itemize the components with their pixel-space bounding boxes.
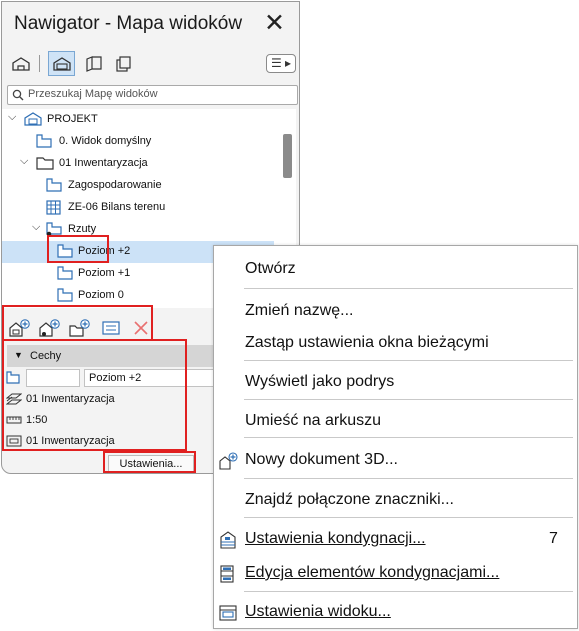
search-placeholder: Przeszukaj Mapę widoków <box>28 88 158 100</box>
edit-by-story-icon <box>219 565 239 583</box>
tree-item-projekt[interactable]: ⌵ PROJEKT <box>2 109 274 131</box>
floor-plans-icon <box>46 222 62 237</box>
id-field[interactable] <box>26 369 80 387</box>
model-view-options-icon <box>6 435 22 447</box>
view-icon <box>57 244 73 258</box>
navigator-toolbar: ☰ ▸ <box>2 46 299 80</box>
scale-value: 1:50 <box>26 414 48 426</box>
menu-item-label: Znajdź połączone znaczniki... <box>245 491 454 508</box>
menu-item-view-settings[interactable]: Ustawienia widoku... <box>214 595 577 631</box>
panel-menu-button[interactable]: ☰ ▸ <box>266 54 296 73</box>
chevron-down-icon[interactable]: ⌵ <box>20 155 28 168</box>
tree-item-label: Poziom 0 <box>78 289 124 301</box>
view-settings-icon[interactable] <box>100 318 122 338</box>
settings-button[interactable]: Ustawienia... <box>108 455 194 473</box>
name-field[interactable]: Poziom +2 <box>84 369 214 387</box>
tree-item-rzuty[interactable]: ⌵ Rzuty <box>2 219 274 241</box>
story-settings-icon <box>219 531 239 549</box>
menu-separator <box>244 360 573 361</box>
menu-separator <box>244 399 573 400</box>
menu-item-label: Zmień nazwę... <box>245 302 354 319</box>
toolbar-separator <box>39 55 40 72</box>
menu-separator <box>244 478 573 479</box>
menu-item-label: Zastąp ustawienia okna bieżącymi <box>245 334 489 351</box>
tree-item-folder-inwentaryzacja[interactable]: ⌵ 01 Inwentaryzacja <box>2 153 274 175</box>
menu-item-label: Otwórz <box>245 260 296 277</box>
menu-item-open[interactable]: Otwórz <box>214 252 577 288</box>
collapse-triangle-icon[interactable]: ▼ <box>14 350 23 360</box>
tree-item-label: 0. Widok domyślny <box>59 135 152 147</box>
menu-item-replace-settings[interactable]: Zastąp ustawienia okna bieżącymi <box>214 326 577 362</box>
menu-item-new-3d-document[interactable]: Nowy dokument 3D... <box>214 443 577 479</box>
view-icon <box>46 178 62 192</box>
menu-separator <box>244 517 573 518</box>
clone-view-icon[interactable] <box>39 318 61 338</box>
new-3d-document-icon <box>219 452 239 470</box>
tree-item-label: PROJEKT <box>47 113 98 125</box>
tree-item-bilans-terenu[interactable]: ZE-06 Bilans terenu <box>2 197 274 219</box>
menu-separator <box>244 437 573 438</box>
menu-item-label: Ustawienia kondygnacji... <box>245 530 426 547</box>
search-icon <box>12 89 24 101</box>
close-icon[interactable]: ✕ <box>264 10 285 36</box>
menu-separator <box>244 288 573 289</box>
new-view-icon[interactable] <box>9 318 31 338</box>
chevron-down-icon[interactable]: ⌵ <box>8 111 16 124</box>
menu-item-label: Ustawienia widoku... <box>245 603 391 620</box>
chevron-down-icon[interactable]: ⌵ <box>32 221 40 234</box>
scrollbar-thumb[interactable] <box>283 134 292 178</box>
menu-item-edit-by-story[interactable]: Edycja elementów kondygnacjami... <box>214 556 577 592</box>
layout-book-icon[interactable] <box>80 51 107 76</box>
project-map-icon[interactable] <box>7 51 34 76</box>
view-icon <box>57 288 73 302</box>
view-icon <box>57 266 73 280</box>
tree-item-label: Rzuty <box>68 223 97 235</box>
menu-item-show-as-trace[interactable]: Wyświetl jako podrys <box>214 365 577 401</box>
menu-item-label: Wyświetl jako podrys <box>245 373 395 390</box>
window-title: Nawigator - Mapa widoków <box>14 13 243 34</box>
project-icon <box>24 112 42 126</box>
tree-item-label: 01 Inwentaryzacja <box>59 157 148 169</box>
menu-item-story-settings[interactable]: Ustawienia kondygnacji... 7 <box>214 522 577 558</box>
menu-item-label: Umieść na arkuszu <box>245 412 382 429</box>
view-settings-icon <box>219 604 239 622</box>
menu-item-rename[interactable]: Zmień nazwę... <box>214 294 577 330</box>
view-map-icon[interactable] <box>48 51 75 76</box>
tree-item-label: Poziom +1 <box>78 267 131 279</box>
model-view-value: 01 Inwentaryzacja <box>26 435 115 447</box>
tree-item-label: Poziom +2 <box>78 245 131 257</box>
tree-item-label: ZE-06 Bilans terenu <box>68 201 166 213</box>
properties-header-label: Cechy <box>30 350 62 362</box>
name-field-value: Poziom +2 <box>89 372 142 384</box>
layers-icon <box>6 393 22 405</box>
title-bar: Nawigator - Mapa widoków ✕ <box>2 2 299 46</box>
schedule-icon <box>46 200 61 215</box>
menu-item-label: Edycja elementów kondygnacjami... <box>245 564 500 581</box>
view-icon <box>6 371 20 384</box>
tree-item-default-view[interactable]: 0. Widok domyślny <box>2 131 274 153</box>
menu-separator <box>244 591 573 592</box>
view-icon <box>36 134 52 148</box>
tree-item-label: Zagospodarowanie <box>68 179 162 191</box>
menu-item-place-on-layout[interactable]: Umieść na arkuszu <box>214 404 577 440</box>
search-input[interactable]: Przeszukaj Mapę widoków <box>7 85 298 105</box>
publisher-sets-icon[interactable] <box>110 51 137 76</box>
delete-icon[interactable] <box>130 318 152 338</box>
tree-item-zagospodarowanie[interactable]: Zagospodarowanie <box>2 175 274 197</box>
new-folder-icon[interactable] <box>69 318 91 338</box>
layer-combo-value: 01 Inwentaryzacja <box>26 393 115 405</box>
context-menu: Otwórz Zmień nazwę... Zastąp ustawienia … <box>213 245 578 629</box>
menu-item-shortcut: 7 <box>549 530 558 547</box>
menu-item-find-linked-markers[interactable]: Znajdź połączone znaczniki... <box>214 483 577 519</box>
folder-icon <box>36 156 54 170</box>
menu-item-label: Nowy dokument 3D... <box>245 451 398 468</box>
scale-icon <box>6 415 22 425</box>
